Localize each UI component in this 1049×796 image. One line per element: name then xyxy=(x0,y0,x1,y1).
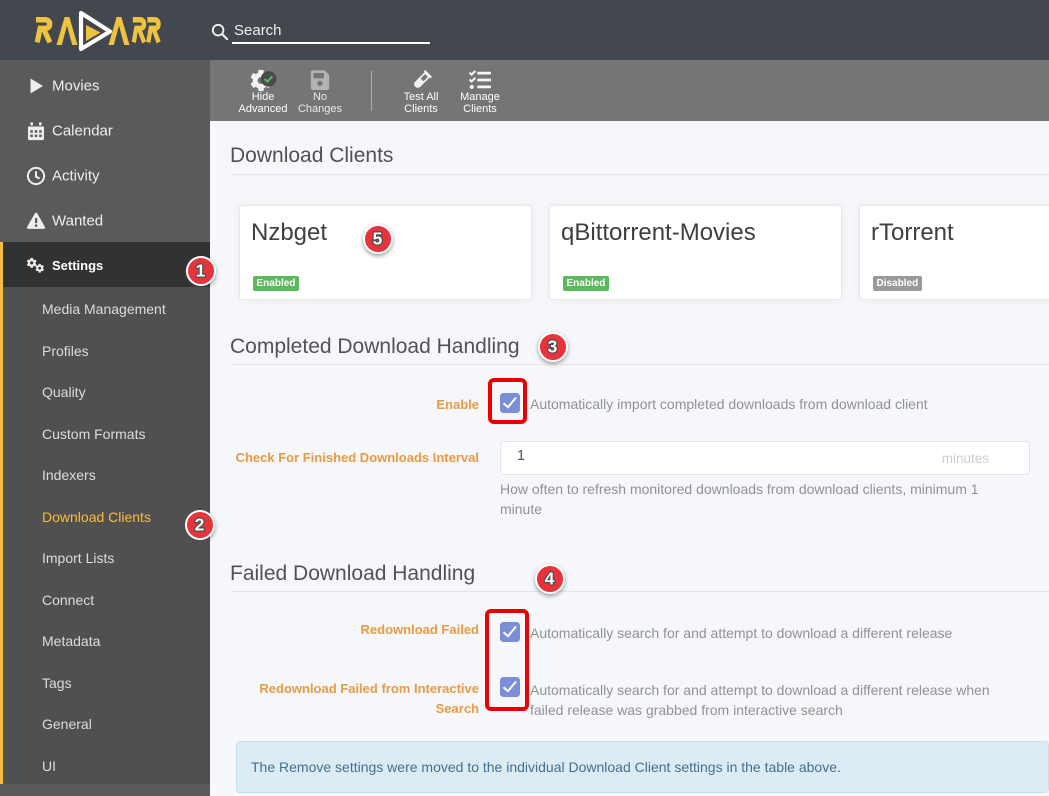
svg-text:1: 1 xyxy=(196,261,206,281)
svg-text:2: 2 xyxy=(195,515,205,535)
svg-text:5: 5 xyxy=(373,229,383,249)
svg-text:4: 4 xyxy=(545,569,555,589)
svg-text:3: 3 xyxy=(548,337,558,357)
